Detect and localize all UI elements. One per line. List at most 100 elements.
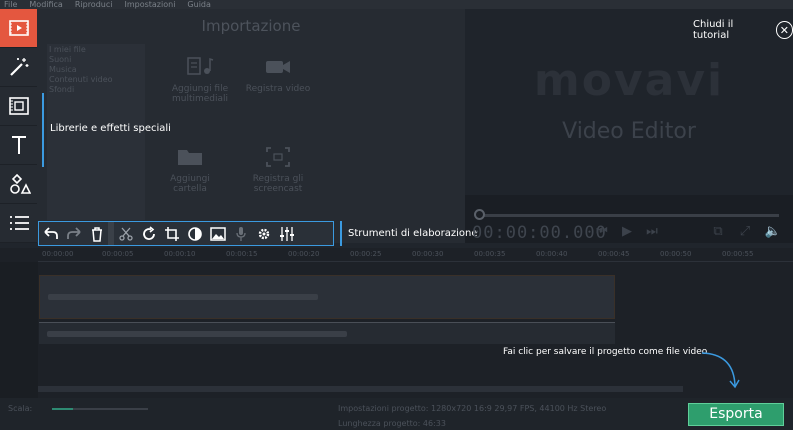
crop-icon [164,226,179,241]
equalizer-icon [279,226,294,241]
filters-tool-button[interactable] [0,48,37,87]
close-tutorial-button[interactable]: Chiudi il tutorial ✕ [693,19,793,41]
redo-icon [66,226,81,239]
scale-label: Scala: [8,404,33,413]
stickers-tool-button[interactable] [0,165,37,204]
preview-seek-bar[interactable] [479,214,779,217]
microphone-icon [235,226,246,241]
library-item[interactable]: Sfondi [49,85,143,95]
previous-frame-button[interactable]: ⏮ [592,222,612,242]
undo-icon [43,226,58,239]
camera-icon [266,61,290,73]
video-clip[interactable] [39,275,615,319]
add-folder-button[interactable]: Aggiungi cartella [145,144,235,220]
titles-tool-button[interactable] [0,126,37,165]
text-title-icon [11,136,26,154]
tools-callout-bracket [340,221,342,246]
ruler-tick: 00:00:25 [350,250,382,258]
seek-handle[interactable] [474,209,485,220]
record-voice-button[interactable] [229,222,252,245]
skip-forward-icon: ⏭ [646,224,658,239]
play-icon: ▶ [622,224,632,239]
speaker-icon: 🔈 [764,224,782,239]
transitions-tool-button[interactable] [0,87,37,126]
tile-label: Aggiungi file [171,84,229,94]
close-icon: ✕ [775,21,793,39]
fullscreen-button[interactable]: ⤢ [735,222,755,242]
editing-toolbar [38,221,334,246]
rotate-button[interactable] [137,222,160,245]
editing-toolbar-row: Strumenti di elaborazione [0,218,478,248]
cut-button[interactable] [114,222,137,245]
timeline-scrollbar[interactable] [38,386,683,392]
scissors-icon [118,227,133,241]
timeline-ruler[interactable]: 00:00:00 00:00:05 00:00:10 00:00:15 00:0… [38,248,793,262]
libraries-callout-text: Librerie e effetti speciali [50,123,171,134]
ruler-tick: 00:00:40 [536,250,568,258]
volume-button[interactable]: 🔈 [763,222,783,242]
ruler-tick: 00:00:55 [722,250,754,258]
record-screencast-button[interactable]: Registra gli screencast [233,144,323,220]
movavi-editor-window: File Modifica Riproduci Impostazioni Gui… [0,0,793,430]
crop-button[interactable] [160,222,183,245]
contrast-icon [187,226,202,241]
menu-file[interactable]: File [4,0,17,9]
library-item[interactable]: Contenuti video [49,75,143,85]
play-button[interactable]: ▶ [617,222,637,242]
add-media-files-button[interactable]: Aggiungi file multimediali [155,54,245,130]
add-media-icon [187,57,214,75]
tools-callout-text: Strumenti di elaborazione [348,228,478,239]
clip-title-placeholder [48,294,318,300]
skip-back-icon: ⏮ [596,224,608,239]
library-item[interactable]: Suoni [49,55,143,65]
menu-edit[interactable]: Modifica [29,0,62,9]
shapes-icon [9,173,31,194]
export-button[interactable]: Esporta [688,403,784,426]
timecode-display: 00:00:00.000 [472,223,607,243]
audio-waveform-placeholder [47,331,347,337]
ruler-tick: 00:00:00 [42,250,74,258]
preview-subtitle: Video Editor [562,119,696,144]
ruler-tick: 00:00:15 [226,250,258,258]
detach-preview-button[interactable]: ⧉ [708,222,728,242]
timeline-panel: 00:00:00 00:00:05 00:00:10 00:00:15 00:0… [0,248,793,398]
delete-button[interactable] [85,222,108,245]
libraries-callout-bracket [42,93,44,167]
undo-button[interactable] [39,222,62,245]
left-toolbar [0,9,37,243]
next-frame-button[interactable]: ⏭ [642,222,662,242]
color-adjust-button[interactable] [183,222,206,245]
preview-panel: movavi Video Editor [465,9,793,243]
menu-settings[interactable]: Impostazioni [124,0,175,9]
equalizer-button[interactable] [275,222,298,245]
track-headers [0,262,38,398]
tile-label: multimediali [171,94,229,104]
ruler-tick: 00:00:50 [660,250,692,258]
library-item[interactable]: I miei file [49,45,143,55]
record-video-button[interactable]: Registra video [233,54,323,130]
ruler-tick: 00:00:45 [598,250,630,258]
film-import-icon [8,20,29,36]
export-callout-text: Fai clic per salvare il progetto come fi… [503,347,708,357]
magic-wand-icon [9,58,28,76]
tile-label: Aggiungi [170,174,210,184]
menu-play[interactable]: Riproduci [75,0,113,9]
project-settings-text: Impostazioni progetto: 1280x720 16:9 29,… [338,404,607,413]
import-panel-title: Importazione [201,17,301,35]
import-tool-button[interactable] [0,9,37,48]
folder-icon [178,150,202,165]
redo-button[interactable] [62,222,85,245]
library-item[interactable]: Musica [49,65,143,75]
close-tutorial-label: Chiudi il tutorial [693,19,734,41]
audio-clip[interactable] [39,322,615,344]
ruler-tick: 00:00:35 [474,250,506,258]
ruler-tick: 00:00:05 [102,250,134,258]
movavi-logo: movavi [533,55,725,106]
image-button[interactable] [206,222,229,245]
status-bar: Scala: Impostazioni progetto: 1280x720 1… [0,398,793,430]
menu-help[interactable]: Guida [187,0,210,9]
ruler-tick: 00:00:30 [412,250,444,258]
clip-settings-button[interactable] [252,222,275,245]
fullscreen-icon: ⤢ [739,224,751,239]
detach-icon: ⧉ [713,224,723,239]
